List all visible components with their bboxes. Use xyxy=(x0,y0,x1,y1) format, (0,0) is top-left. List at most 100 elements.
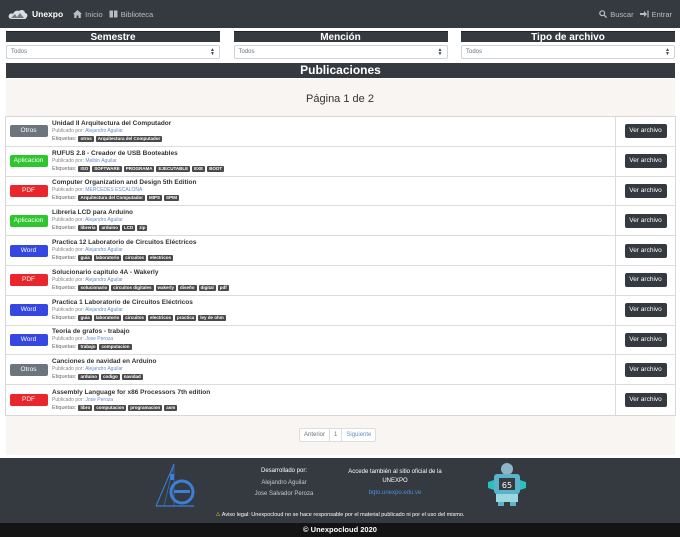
author-link[interactable]: Alejandro Aguilar xyxy=(85,217,123,223)
nav-inicio[interactable]: Inicio xyxy=(73,10,103,19)
author-link[interactable]: Melbin Aguilar xyxy=(85,158,116,164)
pagination-current[interactable]: 1 xyxy=(330,429,343,441)
tag-badge[interactable]: solucionario xyxy=(78,284,110,291)
tag-badge[interactable]: circuitos xyxy=(123,314,147,321)
tag-badge[interactable]: circuitos digitales xyxy=(111,284,154,291)
tag-badge[interactable]: wakerly xyxy=(155,284,177,291)
tag-badge[interactable]: Arquitectura del Computador xyxy=(78,195,145,202)
view-file-button[interactable]: Ver archivo xyxy=(624,273,667,288)
tag-badge[interactable]: diseño xyxy=(178,284,197,291)
tags: Etiquetas: guia laboratorio circuitos electr… xyxy=(52,314,615,322)
nav-biblioteca-label: Biblioteca xyxy=(120,9,154,19)
author-link[interactable]: Jose Peroza xyxy=(85,397,113,403)
pagination-prev[interactable]: Anterior xyxy=(300,429,331,441)
view-file-button[interactable]: Ver archivo xyxy=(624,393,667,408)
published-by-label: Publicado por: xyxy=(52,247,84,254)
nav-entrar[interactable]: Entrar xyxy=(639,10,672,19)
view-file-button[interactable]: Ver archivo xyxy=(624,124,667,139)
publication-title[interactable]: Teoria de grafos - trabajo xyxy=(52,328,615,336)
type-cell: Otros xyxy=(6,363,51,376)
tag-badge[interactable]: computacion xyxy=(94,404,127,411)
tag-badge[interactable]: electricos xyxy=(148,314,174,321)
tag-badge[interactable]: guia xyxy=(78,255,92,262)
pagination-next[interactable]: Siguiente xyxy=(342,429,375,441)
nav-biblioteca[interactable]: Biblioteca xyxy=(109,9,154,19)
author-link[interactable]: MERCEDES ESCALONA xyxy=(85,187,142,193)
tag-badge[interactable]: computacion xyxy=(99,344,132,351)
view-file-button[interactable]: Ver archivo xyxy=(624,154,667,169)
author-link[interactable]: Alejandro Aguilar xyxy=(85,128,123,134)
tag-badge[interactable]: EXE xyxy=(192,165,206,172)
view-file-button[interactable]: Ver archivo xyxy=(624,303,667,318)
tag-badge[interactable]: asm xyxy=(164,404,178,411)
tag-badge[interactable]: practica xyxy=(175,314,197,321)
publication-title[interactable]: Practica 1 Laboratorio de Circuitos Eléc… xyxy=(52,299,615,307)
publication-title[interactable]: Assembly Language for x86 Processors 7th… xyxy=(52,389,615,397)
view-file-button[interactable]: Ver archivo xyxy=(624,243,667,258)
mencion-select[interactable]: Todos ▲ ▼ xyxy=(233,45,448,59)
tag-badge[interactable]: codigo xyxy=(100,374,120,381)
view-file-button[interactable]: Ver archivo xyxy=(624,332,667,347)
tag-badge[interactable]: trabajo xyxy=(78,344,98,351)
author-link[interactable]: Alejandro Aguilar xyxy=(85,277,123,283)
tag-badge[interactable]: electricos xyxy=(148,255,174,262)
filters: Semestre Todos ▲ ▼ Mención Todos ▲ ▼ Tipo … xyxy=(6,31,675,59)
type-cell: Aplicacion xyxy=(6,214,51,227)
semestre-select[interactable]: Todos ▲ ▼ xyxy=(6,45,220,59)
tag-badge[interactable]: pdf xyxy=(217,284,229,291)
tag-badge[interactable]: SPIM xyxy=(164,195,180,202)
nav-buscar[interactable]: Buscar xyxy=(599,9,634,19)
view-file-button[interactable]: Ver archivo xyxy=(624,183,667,198)
publication-title[interactable]: Computer Organization and Design 5th Edi… xyxy=(52,179,615,187)
publication-title[interactable]: RUFUS 2.8 - Creador de USB Booteables xyxy=(52,150,615,158)
tag-badge[interactable]: digital xyxy=(198,284,216,291)
tag-badge[interactable]: arduino xyxy=(99,225,120,232)
copyright: © Unexpocloud 2020 xyxy=(0,523,680,537)
author-link[interactable]: Alejandro Aguilar xyxy=(85,366,123,372)
tag-badge[interactable]: otros xyxy=(78,135,94,142)
publication-title[interactable]: Practica 12 Laboratorio de Circuitos Elé… xyxy=(52,239,615,247)
tipo-select[interactable]: Todos ▲ ▼ xyxy=(461,45,675,59)
tag-badge[interactable]: circuitos xyxy=(123,255,147,262)
tag-badge[interactable]: BOOT xyxy=(207,165,225,172)
view-file-button[interactable]: Ver archivo xyxy=(624,213,667,228)
tags: Etiquetas: trabajo computacion xyxy=(52,343,615,351)
publication-title[interactable]: Unidad II Arquitectura del Computador xyxy=(52,120,615,128)
tag-badge[interactable]: libreria xyxy=(78,225,98,232)
tag-badge[interactable]: libro xyxy=(78,404,93,411)
tag-badge[interactable]: SOFTWARE xyxy=(92,165,122,172)
tag-badge[interactable]: laboratorio xyxy=(93,255,122,262)
nav-buscar-label: Buscar xyxy=(610,9,634,19)
brand-link[interactable]: Unexpo xyxy=(8,8,63,20)
author-link[interactable]: Alejandro Aguilar xyxy=(85,247,123,253)
view-file-button[interactable]: Ver archivo xyxy=(624,362,667,377)
tag-badge[interactable]: MIPS xyxy=(146,195,162,202)
select-arrows-icon: ▲ ▼ xyxy=(665,47,670,57)
author-link[interactable]: Alejandro Aguilar xyxy=(85,307,123,313)
tag-badge[interactable]: Arquitectura del Computador xyxy=(95,135,163,142)
tag-badge[interactable]: ISO xyxy=(78,165,91,172)
footer-official-link[interactable]: bqto.unexpo.edu.ve xyxy=(330,488,460,498)
filter-mencion: Mención Todos ▲ ▼ xyxy=(233,31,448,59)
tag-badge[interactable]: EJECUTABLE xyxy=(156,165,191,172)
author-link[interactable]: Jose Peroza xyxy=(85,336,113,342)
tag-badge[interactable]: guia xyxy=(78,314,92,321)
published-by: Publicado por: Melbin Aguilar xyxy=(52,158,615,165)
footer-legal-text: Aviso legal: Unexpocloud no se hace resp… xyxy=(221,512,465,518)
tipo-selected: Todos xyxy=(466,49,483,55)
tag-badge[interactable]: arduino xyxy=(78,374,99,381)
publication-title[interactable]: Canciones de navidad en Arduino xyxy=(52,358,615,366)
publication-title[interactable]: Libreria LCD para Arduino xyxy=(52,209,615,217)
tag-badge[interactable]: zip xyxy=(137,225,148,232)
tag-badge[interactable]: navidad xyxy=(121,374,143,381)
tag-badge[interactable]: laboratorio xyxy=(93,314,122,321)
publication-row: Word Practica 1 Laboratorio de Circuitos… xyxy=(6,295,675,326)
semestre-selected: Todos xyxy=(11,49,28,55)
footer-dev-1: Alejandro Aguilar xyxy=(261,480,307,486)
tag-badge[interactable]: PROGRAMA xyxy=(123,165,155,172)
tag-badge[interactable]: ley de ohm xyxy=(198,314,226,321)
search-icon xyxy=(599,10,608,18)
tag-badge[interactable]: programacion xyxy=(128,404,163,411)
tag-badge[interactable]: LCD xyxy=(121,225,136,232)
publication-title[interactable]: Solucionario capitulo 4A - Wakerly xyxy=(52,269,615,277)
